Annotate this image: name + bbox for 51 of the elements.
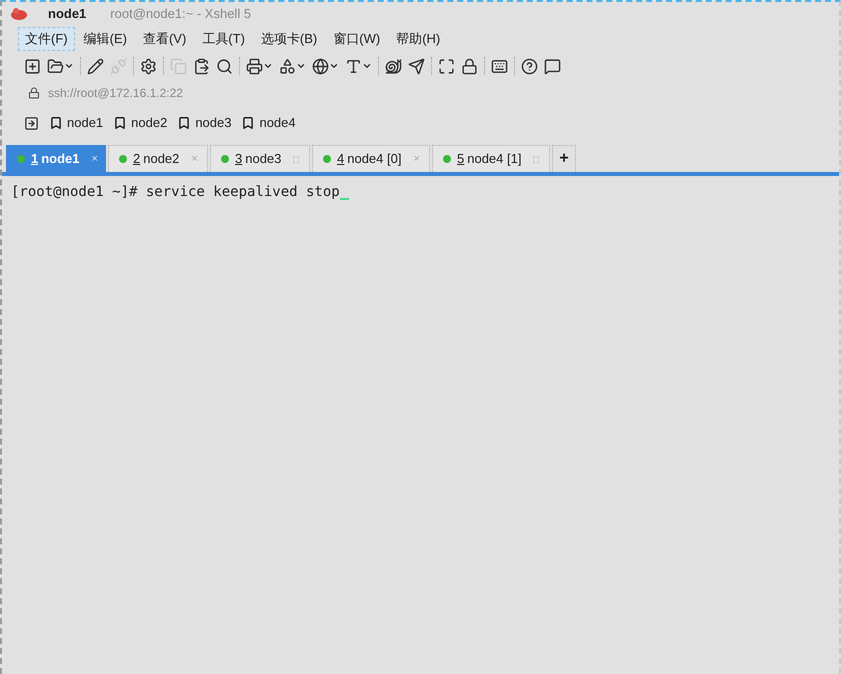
font-button[interactable] [345,58,372,74]
caret-icon [64,61,74,71]
fullscreen-button[interactable] [438,58,455,74]
bookmark-icon [177,116,192,130]
menu-item[interactable]: 工具(T) [195,27,252,51]
help-button[interactable] [521,58,538,74]
snail-button[interactable] [385,58,402,74]
caret-icon [362,61,372,71]
paste-button[interactable] [193,58,210,74]
window-subtitle: root@node1:~ - Xshell 5 [110,5,252,24]
lock-icon [28,87,40,99]
quick-command-button[interactable]: node1 [49,113,104,133]
send-button[interactable] [408,58,425,74]
caret-icon [263,61,273,71]
session-tab[interactable]: 4 node4 [0] × [312,145,430,172]
bookmark-icon [241,116,256,130]
menu-item[interactable]: 窗口(W) [326,27,388,51]
grip-icon [293,156,299,162]
quick-command-icon[interactable] [24,116,39,130]
folder-button[interactable] [47,58,74,74]
session-tab[interactable]: 3 node3 [210,145,310,172]
shapes-button[interactable] [279,58,306,74]
search-button[interactable] [216,58,233,74]
cursor-icon [340,198,349,200]
globe-button[interactable] [312,58,339,74]
grip-icon [533,156,539,162]
menu-item[interactable]: 帮助(H) [389,27,448,51]
lock-button[interactable] [461,58,478,74]
keyboard-button[interactable] [491,58,508,74]
chat-button[interactable] [544,58,561,74]
bookmark-icon [49,116,63,130]
window-title: node1 [48,5,86,24]
session-tab[interactable]: 2 node2 × [108,145,208,172]
bookmark-icon [113,116,128,130]
quick-command-button[interactable]: node4 [241,113,296,133]
quick-command-button[interactable]: node3 [177,113,232,133]
printer-button[interactable] [246,58,273,74]
caret-icon [329,61,339,71]
pencil-button[interactable] [87,58,104,74]
new-session-button[interactable] [24,58,41,74]
menu-item[interactable]: 查看(V) [136,27,194,51]
menu-item[interactable]: 文件(F) [18,27,75,51]
menu-item[interactable]: 选项卡(B) [254,27,324,51]
session-tab[interactable]: 1 node1 × [6,145,106,172]
terminal-line: [root@node1 ~]# service keepalived stop [11,183,340,202]
quick-command-button[interactable]: node2 [113,113,168,133]
menu-item[interactable]: 编辑(E) [76,27,134,51]
settings-button[interactable] [140,58,157,74]
caret-icon [296,61,306,71]
session-tab[interactable]: 5 node4 [1] [432,145,550,172]
app-logo-icon [10,7,28,21]
